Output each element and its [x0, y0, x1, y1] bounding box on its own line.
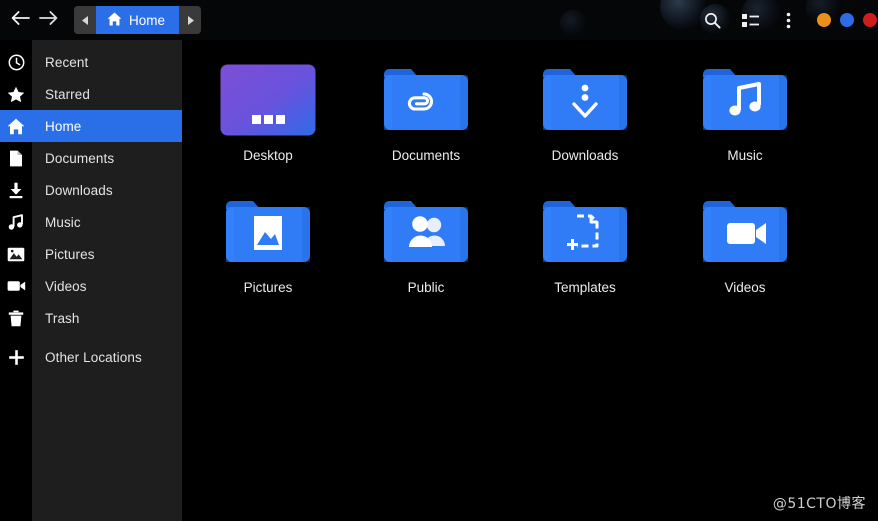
file-item-label: Music — [727, 148, 763, 163]
file-item-label: Desktop — [243, 148, 293, 163]
folder-video-icon — [675, 190, 815, 274]
sidebar-item-label: Pictures — [45, 246, 95, 262]
star-icon — [0, 78, 32, 110]
trash-icon — [0, 302, 32, 334]
folder-picture-icon — [198, 190, 338, 274]
breadcrumb-item-home[interactable]: Home — [96, 6, 180, 34]
file-item-desktop[interactable]: Desktop — [198, 58, 338, 164]
sidebar-item-documents[interactable]: Documents — [0, 142, 182, 174]
download-icon — [0, 174, 32, 206]
breadcrumb-prev-button[interactable] — [74, 6, 96, 34]
sidebar-item-label: Other Locations — [45, 349, 142, 365]
sidebar-item-downloads[interactable]: Downloads — [0, 174, 182, 206]
sidebar-item-music[interactable]: Music — [0, 206, 182, 238]
sidebar-item-label: Trash — [45, 310, 80, 326]
home-icon — [107, 12, 122, 29]
music-note-icon — [0, 206, 32, 238]
bokeh-decoration — [660, 0, 706, 30]
sidebar-item-label: Videos — [45, 278, 87, 294]
file-item-label: Pictures — [243, 280, 293, 295]
sidebar-item-label: Documents — [45, 150, 115, 166]
window-minimize-button[interactable] — [817, 13, 831, 27]
breadcrumb-next-button[interactable] — [179, 6, 202, 34]
image-icon — [0, 238, 32, 270]
video-camera-icon — [0, 270, 32, 302]
breadcrumb: Home — [74, 6, 202, 34]
window-close-button[interactable] — [863, 13, 877, 27]
forward-button[interactable] — [36, 9, 60, 31]
folder-music-icon — [675, 58, 815, 142]
search-button[interactable] — [701, 9, 723, 31]
bokeh-decoration — [560, 10, 586, 36]
file-item-public[interactable]: Public — [356, 190, 496, 296]
watermark: @51CTO博客 — [772, 496, 866, 512]
sidebar-item-label: Starred — [45, 86, 90, 102]
sidebar-item-trash[interactable]: Trash — [0, 302, 182, 334]
menu-button[interactable] — [777, 9, 799, 31]
three-dots-vertical-icon — [786, 12, 790, 28]
list-view-icon — [741, 13, 759, 27]
window-maximize-button[interactable] — [840, 13, 854, 27]
titlebar: Home — [0, 0, 878, 40]
clock-icon — [0, 46, 32, 78]
search-icon — [704, 12, 721, 29]
sidebar-item-starred[interactable]: Starred — [0, 78, 182, 110]
sidebar-item-other-locations[interactable]: Other Locations — [0, 341, 182, 373]
sidebar-item-recent[interactable]: Recent — [0, 46, 182, 78]
file-item-music[interactable]: Music — [675, 58, 815, 164]
file-item-label: Templates — [554, 280, 616, 295]
sidebar-item-pictures[interactable]: Pictures — [0, 238, 182, 270]
sidebar: Recent Starred Home Documents Downloads … — [0, 40, 182, 521]
file-manager-window: Home Recent Starred Home Documents Downl… — [0, 0, 878, 521]
chevron-left-icon — [81, 15, 88, 25]
sidebar-item-label: Home — [45, 118, 82, 134]
document-icon — [0, 142, 32, 174]
folder-paperclip-icon — [356, 58, 496, 142]
file-grid: Desktop Documents Downloads Music Pictur… — [182, 40, 878, 521]
sidebar-item-label: Music — [45, 214, 81, 230]
plus-icon — [0, 341, 32, 373]
file-item-label: Documents — [391, 148, 461, 163]
file-item-label: Public — [407, 280, 445, 295]
file-item-documents[interactable]: Documents — [356, 58, 496, 164]
sidebar-item-videos[interactable]: Videos — [0, 270, 182, 302]
sidebar-item-label: Recent — [45, 54, 89, 70]
file-item-videos[interactable]: Videos — [675, 190, 815, 296]
file-item-label: Downloads — [551, 148, 619, 163]
home-icon — [0, 110, 32, 142]
file-item-downloads[interactable]: Downloads — [515, 58, 655, 164]
folder-people-icon — [356, 190, 496, 274]
chevron-right-icon — [187, 15, 194, 25]
file-item-label: Videos — [724, 280, 766, 295]
folder-template-icon — [515, 190, 655, 274]
file-item-pictures[interactable]: Pictures — [198, 190, 338, 296]
view-list-button[interactable] — [739, 9, 761, 31]
folder-download-icon — [515, 58, 655, 142]
back-button[interactable] — [8, 9, 32, 31]
file-item-templates[interactable]: Templates — [515, 190, 655, 296]
sidebar-item-home[interactable]: Home — [0, 110, 182, 142]
breadcrumb-current-label: Home — [129, 12, 166, 28]
sidebar-item-label: Downloads — [45, 182, 113, 198]
desktop-gradient-icon — [198, 58, 338, 142]
